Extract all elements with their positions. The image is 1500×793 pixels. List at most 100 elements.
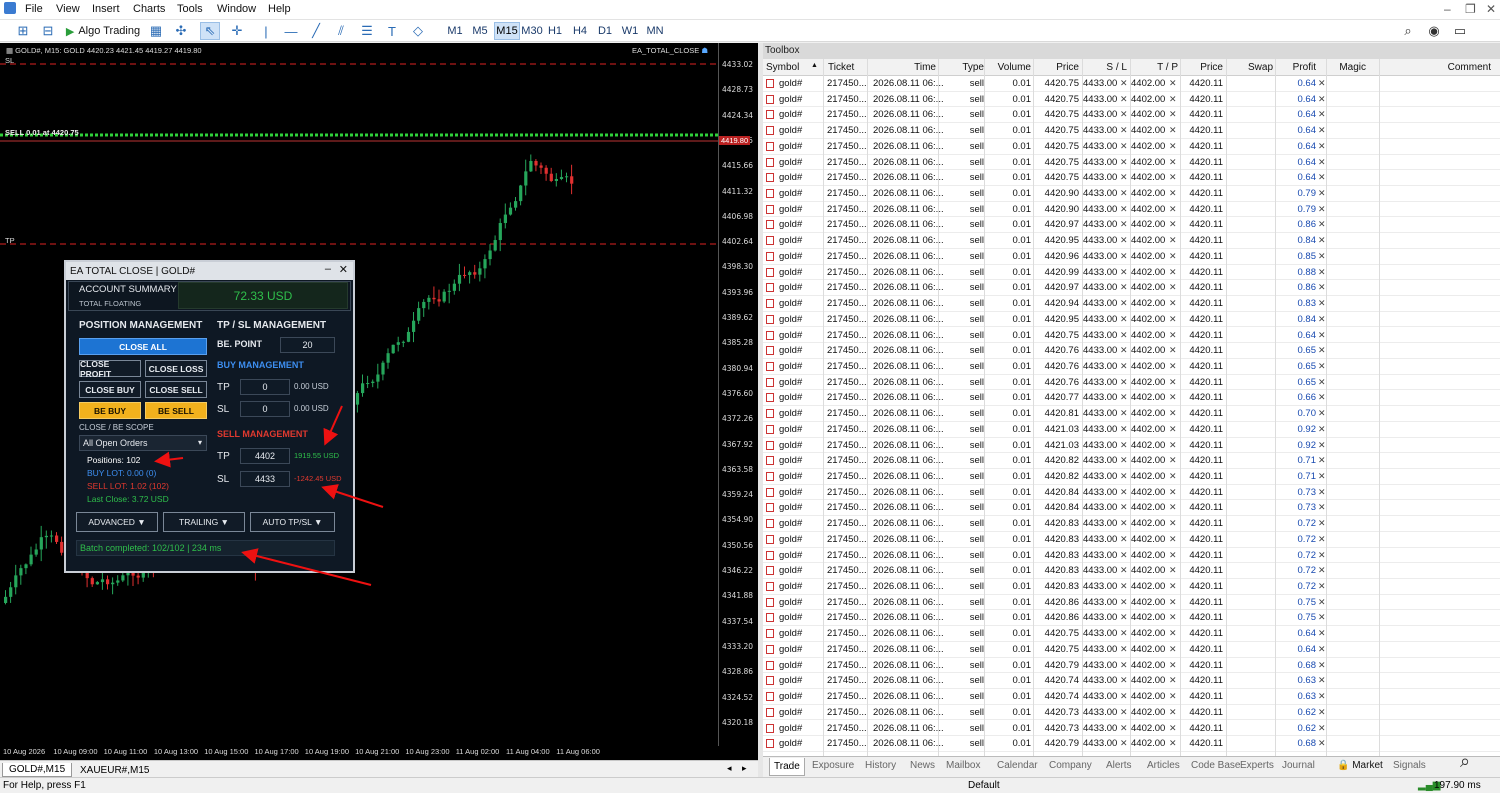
close-position-icon[interactable]: ✕ (1318, 219, 1326, 230)
menu-help[interactable]: Help (268, 3, 291, 15)
remove-tp-icon[interactable]: ✕ (1169, 691, 1177, 702)
sell-sl-input[interactable]: 4433 (240, 471, 290, 487)
tab-mailbox[interactable]: Mailbox (946, 760, 980, 771)
table-row[interactable]: gold# 217450... 2026.08.11 06:... sell 0.01 4… (763, 721, 1500, 737)
auto-tpsl-button[interactable]: AUTO TP/SL ▼ (250, 512, 335, 532)
be-buy-button[interactable]: BE BUY (79, 402, 141, 419)
tab-exposure[interactable]: Exposure (812, 760, 854, 771)
table-row[interactable]: gold# 217450... 2026.08.11 06:... sell 0.01 4… (763, 107, 1500, 124)
window-close-icon[interactable]: ✕ (1486, 2, 1496, 16)
menu-view[interactable]: View (56, 3, 80, 15)
remove-sl-icon[interactable]: ✕ (1120, 392, 1128, 403)
remove-tp-icon[interactable]: ✕ (1169, 172, 1177, 183)
close-loss-button[interactable]: CLOSE LOSS (145, 360, 207, 377)
ea-panel-header[interactable]: EA TOTAL CLOSE | GOLD# – ✕ (66, 262, 353, 280)
buy-sl-input[interactable]: 0 (240, 401, 290, 417)
remove-sl-icon[interactable]: ✕ (1120, 581, 1128, 592)
header-time-2[interactable]: Time (871, 62, 936, 73)
remove-sl-icon[interactable]: ✕ (1120, 424, 1128, 435)
close-position-icon[interactable]: ✕ (1318, 408, 1326, 419)
remove-sl-icon[interactable]: ✕ (1120, 219, 1128, 230)
remove-sl-icon[interactable]: ✕ (1120, 78, 1128, 89)
table-row[interactable]: gold# 217450... 2026.08.11 06:... sell 0.01 4… (763, 312, 1500, 328)
remove-tp-icon[interactable]: ✕ (1169, 707, 1177, 718)
close-position-icon[interactable]: ✕ (1318, 723, 1326, 734)
remove-sl-icon[interactable]: ✕ (1120, 94, 1128, 105)
header-swap-9[interactable]: Swap (1228, 62, 1273, 73)
close-position-icon[interactable]: ✕ (1318, 628, 1326, 639)
shapes-icon[interactable]: ◇ (408, 22, 428, 40)
tab-alerts[interactable]: Alerts (1106, 760, 1132, 771)
table-row[interactable]: gold# 217450... 2026.08.11 06:... sell 0.01 4… (763, 139, 1500, 155)
remove-sl-icon[interactable]: ✕ (1120, 251, 1128, 262)
header-comment-12[interactable]: Comment (1383, 62, 1491, 73)
remove-sl-icon[interactable]: ✕ (1120, 597, 1128, 608)
close-position-icon[interactable]: ✕ (1318, 487, 1326, 498)
header-symbol-0[interactable]: Symbol (766, 62, 799, 73)
close-position-icon[interactable]: ✕ (1318, 565, 1326, 576)
remove-tp-icon[interactable]: ✕ (1169, 188, 1177, 199)
tab-news[interactable]: News (910, 760, 935, 771)
tab-articles[interactable]: Articles (1147, 760, 1180, 771)
header-price-5[interactable]: Price (1034, 62, 1079, 73)
menu-insert[interactable]: Insert (92, 3, 120, 15)
table-row[interactable]: gold# 217450... 2026.08.11 06:... sell 0.01 4… (763, 469, 1500, 485)
table-row[interactable]: gold# 217450... 2026.08.11 06:... sell 0.01 4… (763, 406, 1500, 422)
table-row[interactable]: gold# 217450... 2026.08.11 06:... sell 0.01 4… (763, 548, 1500, 564)
table-row[interactable]: gold# 217450... 2026.08.11 06:... sell 0.01 4… (763, 658, 1500, 674)
vertical-line-icon[interactable]: | (256, 22, 276, 40)
menu-tools[interactable]: Tools (177, 3, 203, 15)
tab-calendar[interactable]: Calendar (997, 760, 1038, 771)
remove-tp-icon[interactable]: ✕ (1169, 78, 1177, 89)
table-row[interactable]: gold# 217450... 2026.08.11 06:... sell 0.01 4… (763, 390, 1500, 407)
window-minimize-icon[interactable]: – (1444, 2, 1451, 16)
remove-sl-icon[interactable]: ✕ (1120, 125, 1128, 136)
table-row[interactable]: gold# 217450... 2026.08.11 06:... sell 0.01 4… (763, 438, 1500, 454)
close-position-icon[interactable]: ✕ (1318, 581, 1326, 592)
remove-sl-icon[interactable]: ✕ (1120, 675, 1128, 686)
remove-sl-icon[interactable]: ✕ (1120, 534, 1128, 545)
remove-tp-icon[interactable]: ✕ (1169, 612, 1177, 623)
search-icon[interactable]: ⌕ (1398, 22, 1418, 40)
table-row[interactable]: gold# 217450... 2026.08.11 06:... sell 0.01 4… (763, 233, 1500, 249)
remove-sl-icon[interactable]: ✕ (1120, 345, 1128, 356)
menu-charts[interactable]: Charts (133, 3, 165, 15)
remove-sl-icon[interactable]: ✕ (1120, 691, 1128, 702)
remove-tp-icon[interactable]: ✕ (1169, 502, 1177, 513)
close-position-icon[interactable]: ✕ (1318, 550, 1326, 561)
table-row[interactable]: gold# 217450... 2026.08.11 06:... sell 0.01 4… (763, 532, 1500, 548)
timeframe-m1[interactable]: M1 (444, 22, 466, 40)
account-icon[interactable]: ◉ (1424, 22, 1444, 40)
table-row[interactable]: gold# 217450... 2026.08.11 06:... sell 0.01 4… (763, 705, 1500, 721)
remove-sl-icon[interactable]: ✕ (1120, 267, 1128, 278)
table-row[interactable]: gold# 217450... 2026.08.11 06:... sell 0.01 4… (763, 579, 1500, 595)
remove-tp-icon[interactable]: ✕ (1169, 518, 1177, 529)
sell-tp-input[interactable]: 4402 (240, 448, 290, 464)
remove-sl-icon[interactable]: ✕ (1120, 644, 1128, 655)
close-position-icon[interactable]: ✕ (1318, 78, 1326, 89)
table-row[interactable]: gold# 217450... 2026.08.11 06:... sell 0.01 4… (763, 736, 1500, 752)
remove-tp-icon[interactable]: ✕ (1169, 298, 1177, 309)
navigator-icon[interactable]: ✣ (171, 22, 191, 40)
algo-trading-button[interactable]: ▶ Algo Trading (64, 22, 142, 40)
remove-tp-icon[interactable]: ✕ (1169, 141, 1177, 152)
timeframe-mn[interactable]: MN (644, 22, 666, 40)
timeframe-d1[interactable]: D1 (594, 22, 616, 40)
buy-tp-input[interactable]: 0 (240, 379, 290, 395)
remove-sl-icon[interactable]: ✕ (1120, 298, 1128, 309)
table-row[interactable]: gold# 217450... 2026.08.11 06:... sell 0.01 4… (763, 375, 1500, 391)
close-position-icon[interactable]: ✕ (1318, 235, 1326, 246)
remove-sl-icon[interactable]: ✕ (1120, 660, 1128, 671)
be-point-input[interactable]: 20 (280, 337, 335, 353)
table-row[interactable]: gold# 217450... 2026.08.11 06:... sell 0.01 4… (763, 642, 1500, 658)
table-row[interactable]: gold# 217450... 2026.08.11 06:... sell 0.01 4… (763, 76, 1500, 92)
close-position-icon[interactable]: ✕ (1318, 644, 1326, 655)
tab-journal[interactable]: Journal (1282, 760, 1315, 771)
header-price-8[interactable]: Price (1181, 62, 1223, 73)
close-position-icon[interactable]: ✕ (1318, 141, 1326, 152)
close-position-icon[interactable]: ✕ (1318, 392, 1326, 403)
chart-tab[interactable]: GOLD#,M15 (2, 763, 73, 777)
table-row[interactable]: gold# 217450... 2026.08.11 06:... sell 0.01 4… (763, 249, 1500, 265)
fibo-icon[interactable]: ☰ (357, 22, 377, 40)
remove-sl-icon[interactable]: ✕ (1120, 377, 1128, 388)
